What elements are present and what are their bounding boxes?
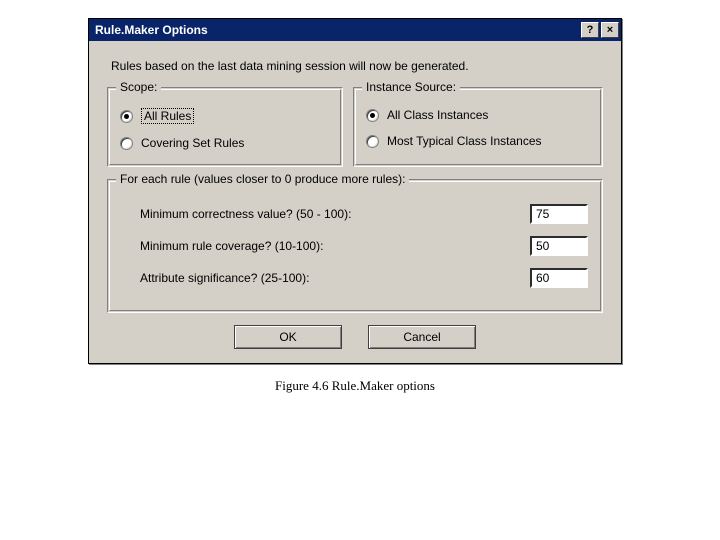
scope-legend: Scope:	[116, 80, 161, 94]
scope-group: Scope: All Rules Covering Set Rules	[107, 87, 343, 167]
radio-icon	[366, 109, 379, 122]
rule-params-group: For each rule (values closer to 0 produc…	[107, 179, 603, 313]
figure-caption: Figure 4.6 Rule.Maker options	[88, 378, 622, 394]
instance-option-all[interactable]: All Class Instances	[364, 102, 592, 128]
param-row-attrsig: Attribute significance? (25-100):	[140, 268, 588, 288]
coverage-label: Minimum rule coverage? (10-100):	[140, 239, 530, 253]
correctness-input[interactable]	[530, 204, 588, 224]
ok-button[interactable]: OK	[234, 325, 342, 349]
attrsig-input[interactable]	[530, 268, 588, 288]
param-row-correctness: Minimum correctness value? (50 - 100):	[140, 204, 588, 224]
help-button[interactable]: ?	[581, 22, 599, 38]
close-button[interactable]: ×	[601, 22, 619, 38]
scope-all-label: All Rules	[141, 108, 194, 124]
radio-icon	[366, 135, 379, 148]
attrsig-label: Attribute significance? (25-100):	[140, 271, 530, 285]
instance-source-group: Instance Source: All Class Instances Mos…	[353, 87, 603, 167]
params-legend: For each rule (values closer to 0 produc…	[116, 172, 409, 186]
scope-covering-label: Covering Set Rules	[141, 136, 244, 150]
param-row-coverage: Minimum rule coverage? (10-100):	[140, 236, 588, 256]
radio-icon	[120, 137, 133, 150]
instance-typical-label: Most Typical Class Instances	[387, 134, 542, 148]
instance-all-label: All Class Instances	[387, 108, 488, 122]
button-row: OK Cancel	[103, 325, 607, 349]
instance-legend: Instance Source:	[362, 80, 460, 94]
scope-option-covering[interactable]: Covering Set Rules	[118, 130, 332, 156]
correctness-label: Minimum correctness value? (50 - 100):	[140, 207, 530, 221]
radio-icon	[120, 110, 133, 123]
client-area: Rules based on the last data mining sess…	[89, 41, 621, 363]
coverage-input[interactable]	[530, 236, 588, 256]
close-icon: ×	[607, 25, 613, 36]
intro-text: Rules based on the last data mining sess…	[111, 59, 603, 73]
instance-option-typical[interactable]: Most Typical Class Instances	[364, 128, 592, 154]
scope-option-all[interactable]: All Rules	[118, 102, 332, 130]
dialog-window: Rule.Maker Options ? × Rules based on th…	[88, 18, 622, 364]
help-icon: ?	[587, 25, 594, 36]
titlebar[interactable]: Rule.Maker Options ? ×	[89, 19, 621, 41]
window-title: Rule.Maker Options	[95, 23, 579, 37]
cancel-button[interactable]: Cancel	[368, 325, 476, 349]
